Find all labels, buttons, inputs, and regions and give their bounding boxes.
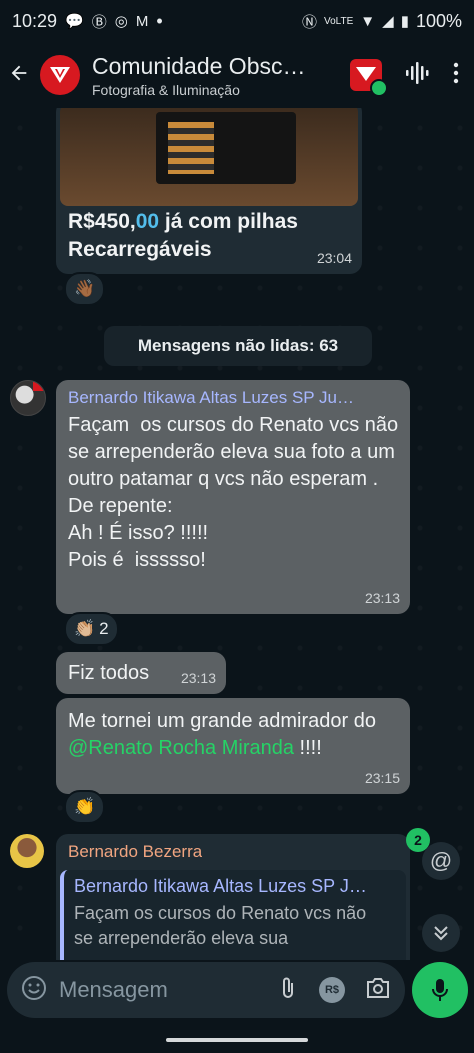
message-text: Me tornei um grande admirador do @Renato… (68, 710, 382, 759)
photo-thumbnail[interactable] (60, 108, 358, 206)
message-bubble[interactable]: Fiz todos 23:13 (56, 652, 226, 694)
gesture-navigation-bar[interactable] (166, 1038, 308, 1042)
battery-level: 100% (415, 10, 462, 31)
chat-area[interactable]: R$450,00 já com pilhas Recarregáveis 23:… (0, 108, 474, 960)
community-icon[interactable] (350, 59, 388, 97)
chat-header[interactable]: Comunidade Obsc… Fotografia & Iluminação (0, 42, 474, 108)
more-notifications-dot: • (156, 10, 163, 31)
wave-reaction-icon: 👋🏾 (74, 279, 96, 298)
sender-name: Bernardo Bezerra (68, 842, 203, 861)
message-time: 23:04 (316, 250, 352, 266)
message-bubble[interactable]: Me tornei um grande admirador do @Renato… (56, 698, 410, 794)
gmail-icon: M (135, 12, 149, 30)
attach-icon[interactable] (277, 975, 299, 1006)
double-chevron-down-icon (434, 926, 448, 941)
clap-reaction-icon: 👏 (74, 797, 96, 816)
sender-name: Bernardo Itikawa Altas Luzes SP Ju… (68, 388, 355, 407)
camera-icon[interactable] (365, 977, 391, 1004)
message-input-bar[interactable]: Mensagem R$ (7, 962, 405, 1018)
nfc-icon: Ⓝ (301, 13, 317, 31)
message-text: R$450,00 já com pilhas Recarregáveis (68, 210, 298, 261)
unread-messages-divider: Mensagens não lidas: 63 (104, 326, 372, 366)
sender-avatar[interactable] (10, 834, 44, 868)
message-bubble[interactable]: Bernardo Bezerra Bernardo Itikawa Altas … (56, 834, 410, 960)
mention-button[interactable]: @ (422, 842, 460, 880)
message-text: Façam os cursos do Renato vcs não se arr… (68, 414, 399, 571)
reaction-pill[interactable]: 👏 (64, 790, 106, 824)
clap-reaction-icon: 👏🏼 (74, 619, 96, 638)
payment-icon[interactable]: R$ (319, 977, 345, 1003)
volte-icon: VoLTE (324, 15, 354, 27)
microphone-button[interactable] (412, 962, 468, 1018)
reaction-pill[interactable]: 👏🏼 2 (64, 612, 119, 646)
message-bubble[interactable]: Bernardo Itikawa Altas Luzes SP Ju… Faça… (56, 380, 410, 614)
at-sign-icon: @ (429, 848, 453, 873)
message-time: 23:13 (180, 670, 216, 686)
chat-notification-icon: 💬 (65, 13, 84, 30)
sender-avatar[interactable] (10, 380, 46, 416)
group-avatar[interactable] (40, 55, 80, 95)
battery-icon: ▮ (400, 13, 409, 30)
wifi-icon: ▼ (360, 12, 376, 30)
voice-chat-icon[interactable] (404, 60, 430, 91)
message-time: 23:15 (364, 770, 400, 786)
message-bubble[interactable]: R$450,00 já com pilhas Recarregáveis 23:… (56, 108, 362, 274)
b-notification-icon: Ⓑ (91, 13, 107, 31)
mention-link[interactable]: @Renato Rocha Miranda (68, 737, 294, 759)
reaction-pill[interactable]: 👋🏾 (64, 272, 106, 306)
microphone-icon (432, 979, 448, 1001)
status-bar: 10:29 💬 Ⓑ ◎ M • Ⓝ VoLTE ▼ ◢ ▮ 100% (0, 0, 474, 42)
signal-icon: ◢ (382, 13, 394, 30)
quoted-message[interactable]: Bernardo Itikawa Altas Luzes SP J… Façam… (60, 870, 406, 960)
title-block[interactable]: Comunidade Obsc… Fotografia & Iluminação (92, 53, 314, 98)
instagram-icon: ◎ (114, 13, 128, 30)
message-input[interactable]: Mensagem (59, 977, 168, 1003)
message-time: 23:13 (364, 590, 400, 606)
group-subtitle: Fotografia & Iluminação (92, 81, 240, 98)
back-arrow-icon[interactable] (8, 60, 36, 91)
clock: 10:29 (12, 10, 58, 31)
more-options-icon[interactable] (452, 62, 460, 89)
quoted-sender: Bernardo Itikawa Altas Luzes SP J… (74, 876, 367, 896)
reaction-count: 2 (99, 619, 109, 638)
emoji-icon[interactable] (21, 975, 47, 1006)
quoted-text: Façam os cursos do Renato vcs não se arr… (74, 903, 367, 948)
group-title: Comunidade Obsc… (92, 52, 306, 79)
message-text: Fiz todos (68, 662, 150, 684)
scroll-to-bottom-button[interactable] (422, 914, 460, 952)
